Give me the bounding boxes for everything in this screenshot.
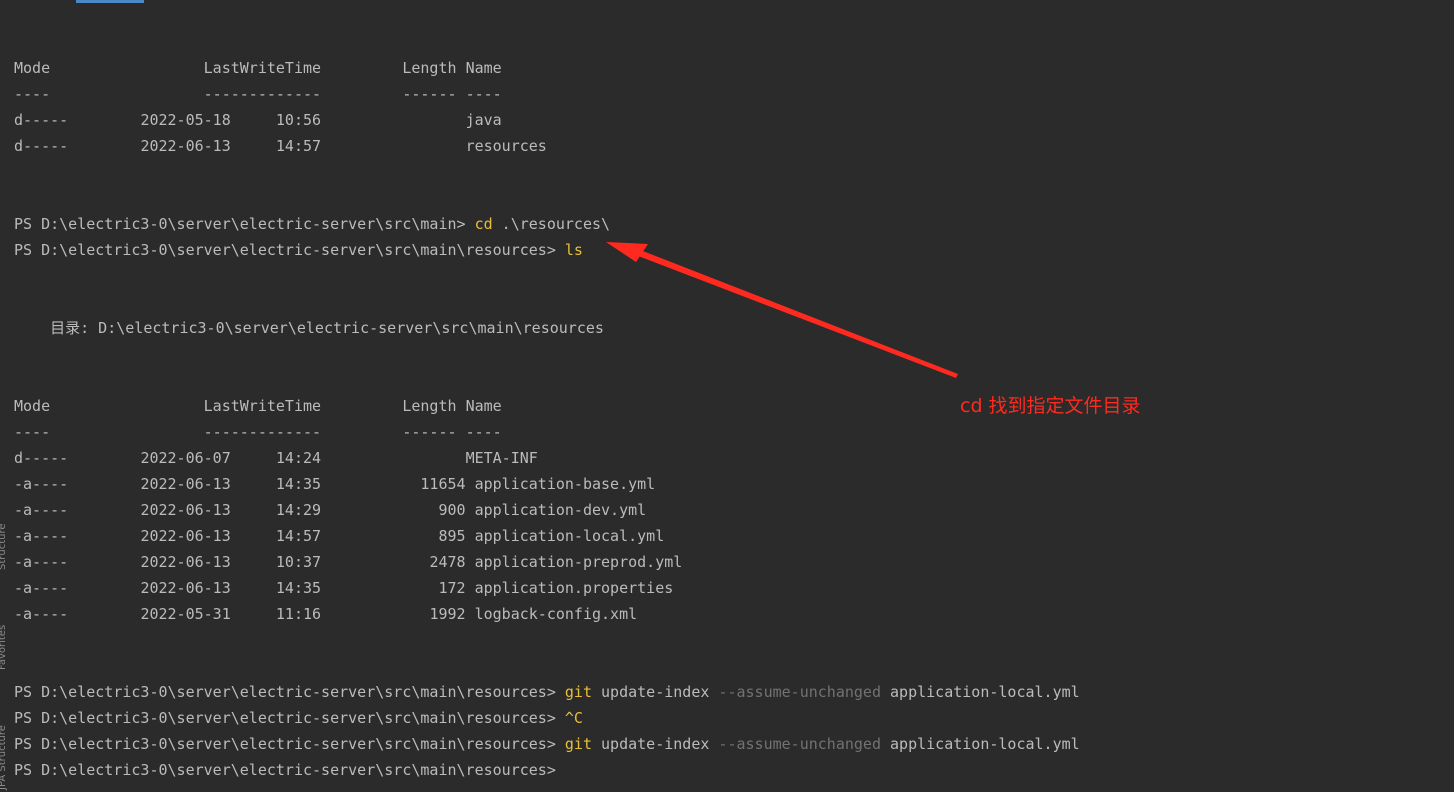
annotation-label: cd 找到指定文件目录	[960, 395, 1141, 417]
annotation-arrow	[606, 242, 958, 378]
arrow-shaft	[628, 246, 958, 378]
arrow-head	[606, 242, 648, 262]
